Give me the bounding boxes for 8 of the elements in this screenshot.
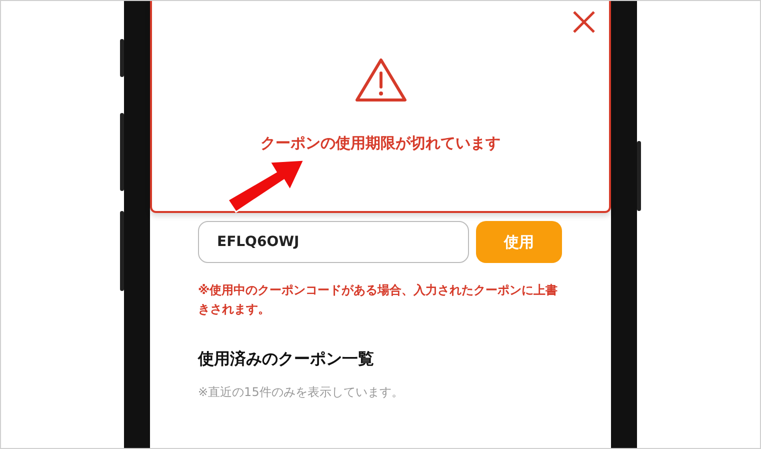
close-icon bbox=[571, 9, 597, 35]
list-note: ※直近の15件のみを表示しています。 bbox=[198, 384, 404, 401]
close-button[interactable] bbox=[571, 9, 597, 35]
error-message: クーポンの使用期限が切れています bbox=[260, 134, 500, 153]
overwrite-note: ※使用中のクーポンコードがある場合、入力されたクーポンに上書きされます。 bbox=[198, 282, 559, 318]
warning-icon bbox=[352, 56, 408, 104]
section-heading: 使用済みのクーポン一覧 bbox=[198, 349, 375, 370]
coupon-code-field[interactable]: EFLQ6OWJ bbox=[198, 221, 469, 263]
